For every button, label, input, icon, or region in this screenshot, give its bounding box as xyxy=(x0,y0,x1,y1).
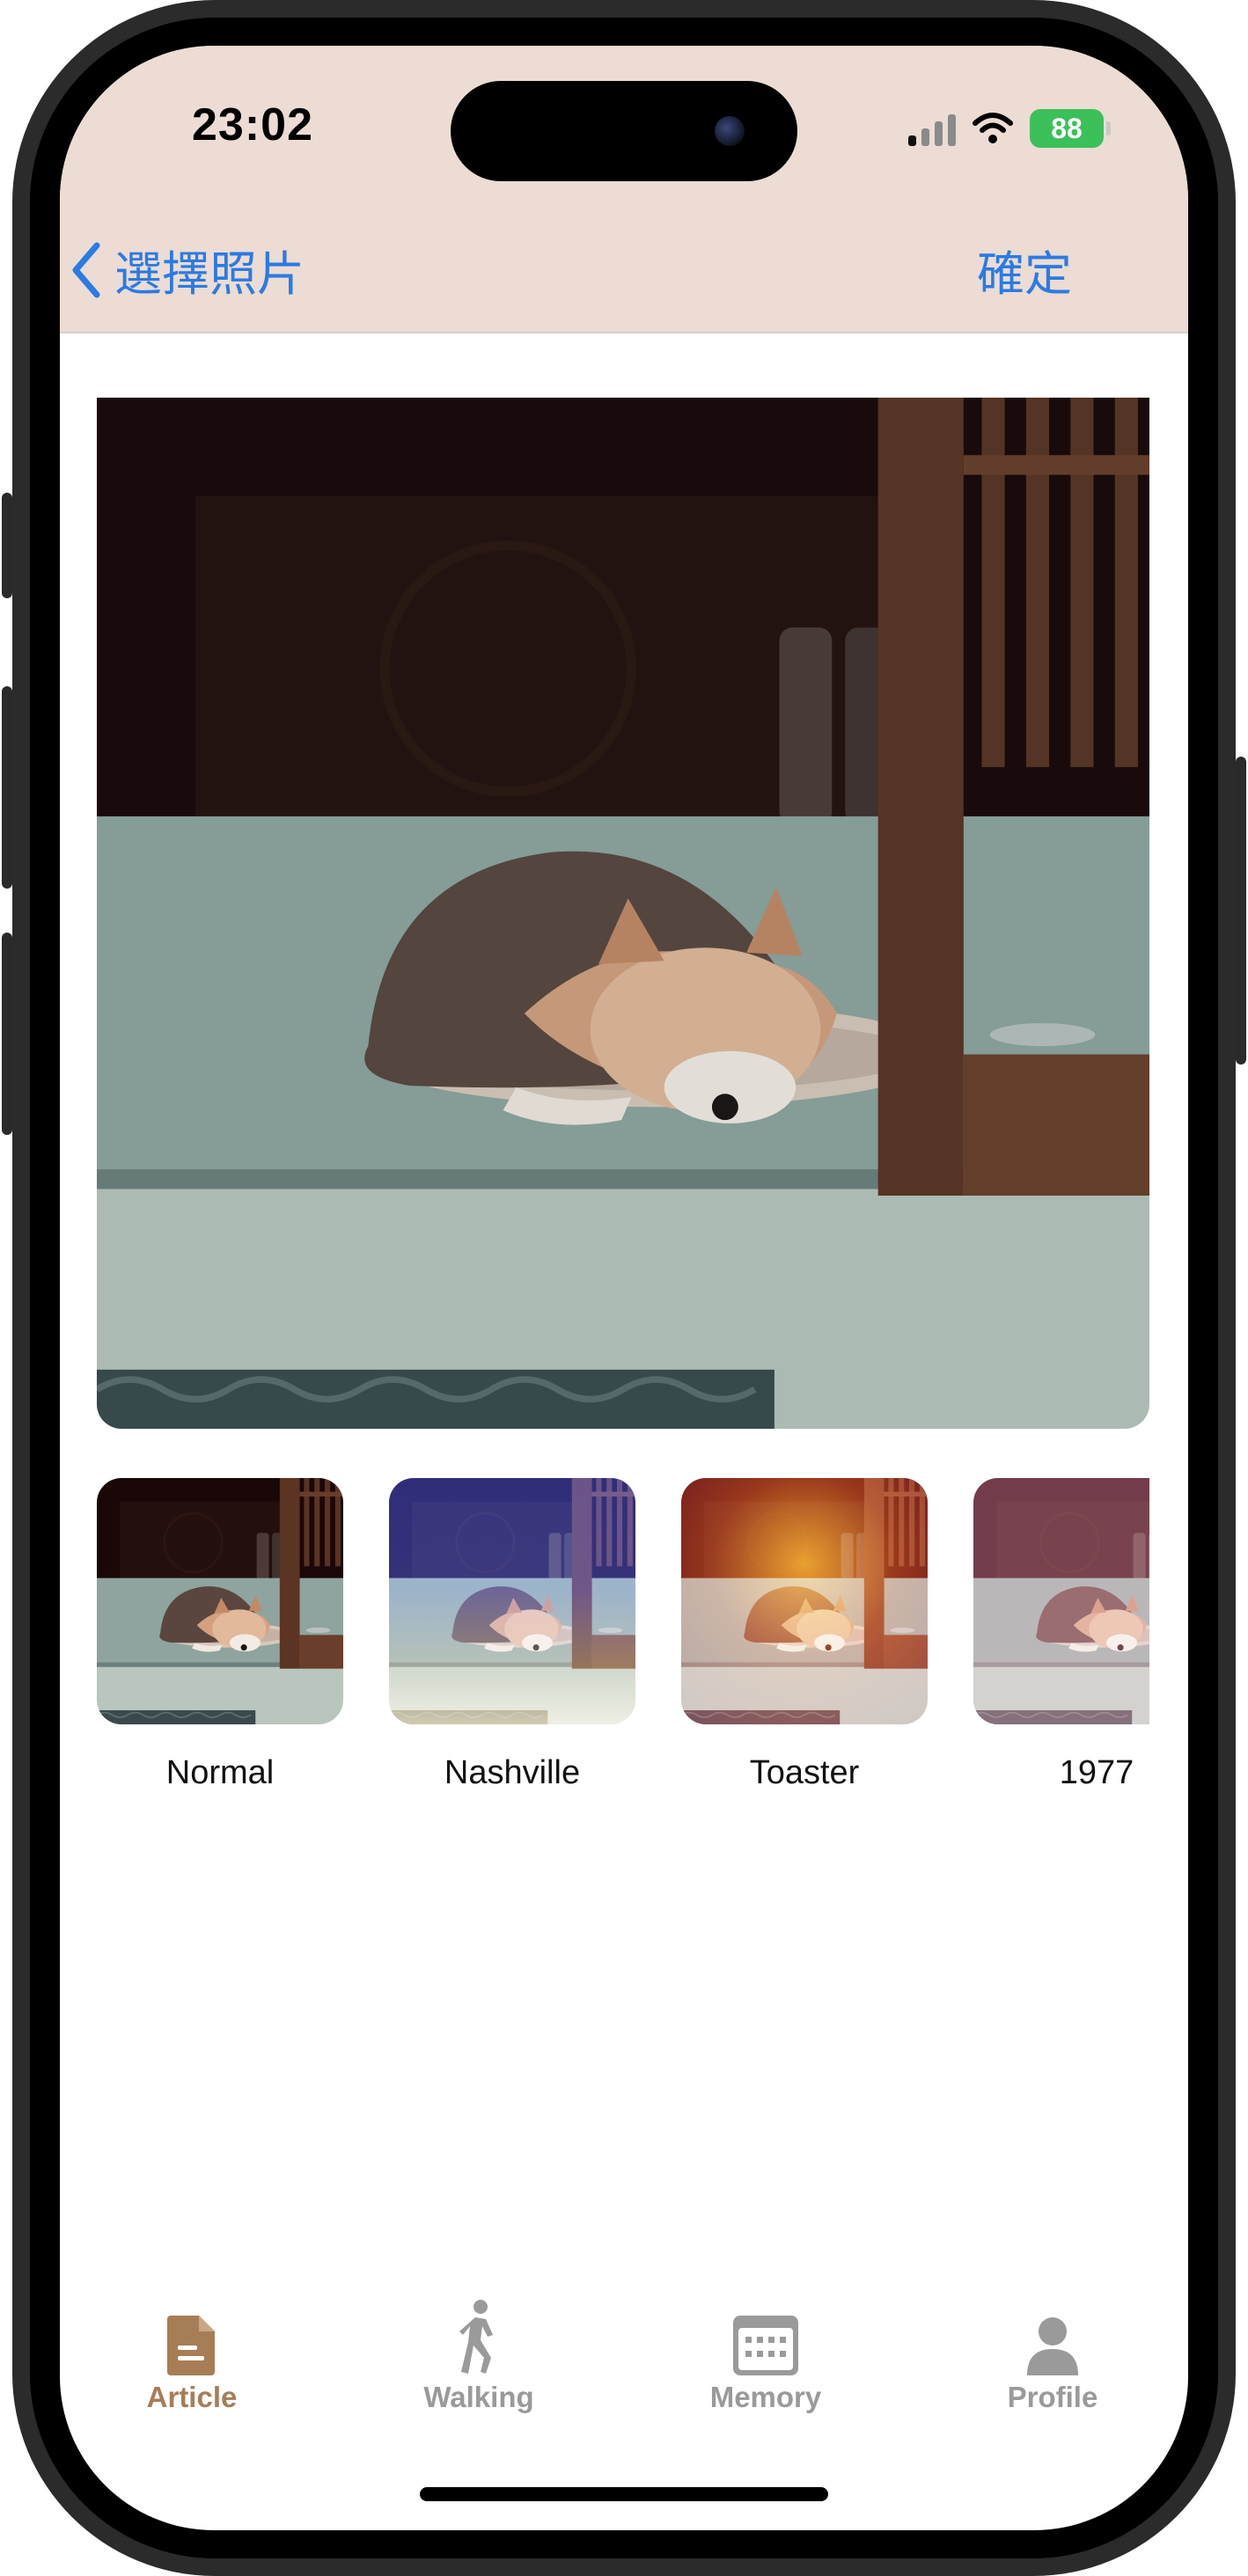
power-button xyxy=(1236,757,1246,1065)
status-icons: 88 xyxy=(908,107,1111,150)
chevron-left-icon xyxy=(72,242,100,297)
filter-thumbnail xyxy=(681,1478,928,1724)
filter-label: Toaster xyxy=(749,1754,860,1791)
filter-thumbnail xyxy=(973,1478,1149,1724)
back-button[interactable]: 選擇照片 xyxy=(70,235,305,304)
filter-thumbnail xyxy=(389,1478,635,1724)
filter-label: Normal xyxy=(165,1754,275,1791)
person-icon xyxy=(1027,2317,1078,2375)
tab-label: Memory xyxy=(709,2381,822,2413)
battery-icon: 88 xyxy=(1030,109,1111,148)
tab-memory[interactable]: Memory xyxy=(678,2298,854,2414)
battery-level: 88 xyxy=(1051,112,1083,144)
volume-up-button xyxy=(2,686,12,889)
filter-option-nashville[interactable]: Nashville xyxy=(389,1478,635,1792)
tab-article[interactable]: Article xyxy=(104,2298,280,2414)
filter-option-toaster[interactable]: Toaster xyxy=(681,1478,928,1792)
filter-label: Nashville xyxy=(444,1754,581,1791)
tab-walking[interactable]: Walking xyxy=(391,2298,567,2414)
filter-option-1977[interactable]: 1977 xyxy=(973,1478,1149,1792)
filter-option-normal[interactable]: Normal xyxy=(97,1478,343,1792)
selected-photo-preview xyxy=(97,398,1149,1429)
filter-label: 1977 xyxy=(1059,1754,1134,1791)
walking-person-icon xyxy=(459,2300,493,2374)
filter-carousel[interactable]: Normal Nashville Toaster 1977 xyxy=(97,1478,1149,1812)
calendar-icon xyxy=(733,2316,798,2375)
tab-label: Walking xyxy=(423,2381,534,2413)
screen: 23:02 88 選擇照片 確定 Normal Nashville Toaste… xyxy=(60,46,1188,2530)
back-button-label: 選擇照片 xyxy=(114,246,305,302)
tab-label: Article xyxy=(146,2381,238,2413)
dynamic-island xyxy=(451,81,797,181)
tab-label: Profile xyxy=(1007,2381,1098,2413)
cellular-signal-icon xyxy=(908,111,956,146)
wifi-icon xyxy=(973,113,1013,143)
filter-thumbnail xyxy=(97,1478,343,1724)
tab-bar: Article Walking Memory Profile xyxy=(60,2298,1188,2430)
front-camera xyxy=(715,116,745,146)
document-icon xyxy=(167,2316,215,2375)
status-time: 23:02 xyxy=(192,99,313,150)
home-indicator[interactable] xyxy=(420,2487,828,2501)
confirm-button[interactable]: 確定 xyxy=(977,235,1072,304)
tab-profile[interactable]: Profile xyxy=(965,2298,1141,2414)
action-button xyxy=(2,493,12,598)
volume-down-button xyxy=(2,933,12,1135)
